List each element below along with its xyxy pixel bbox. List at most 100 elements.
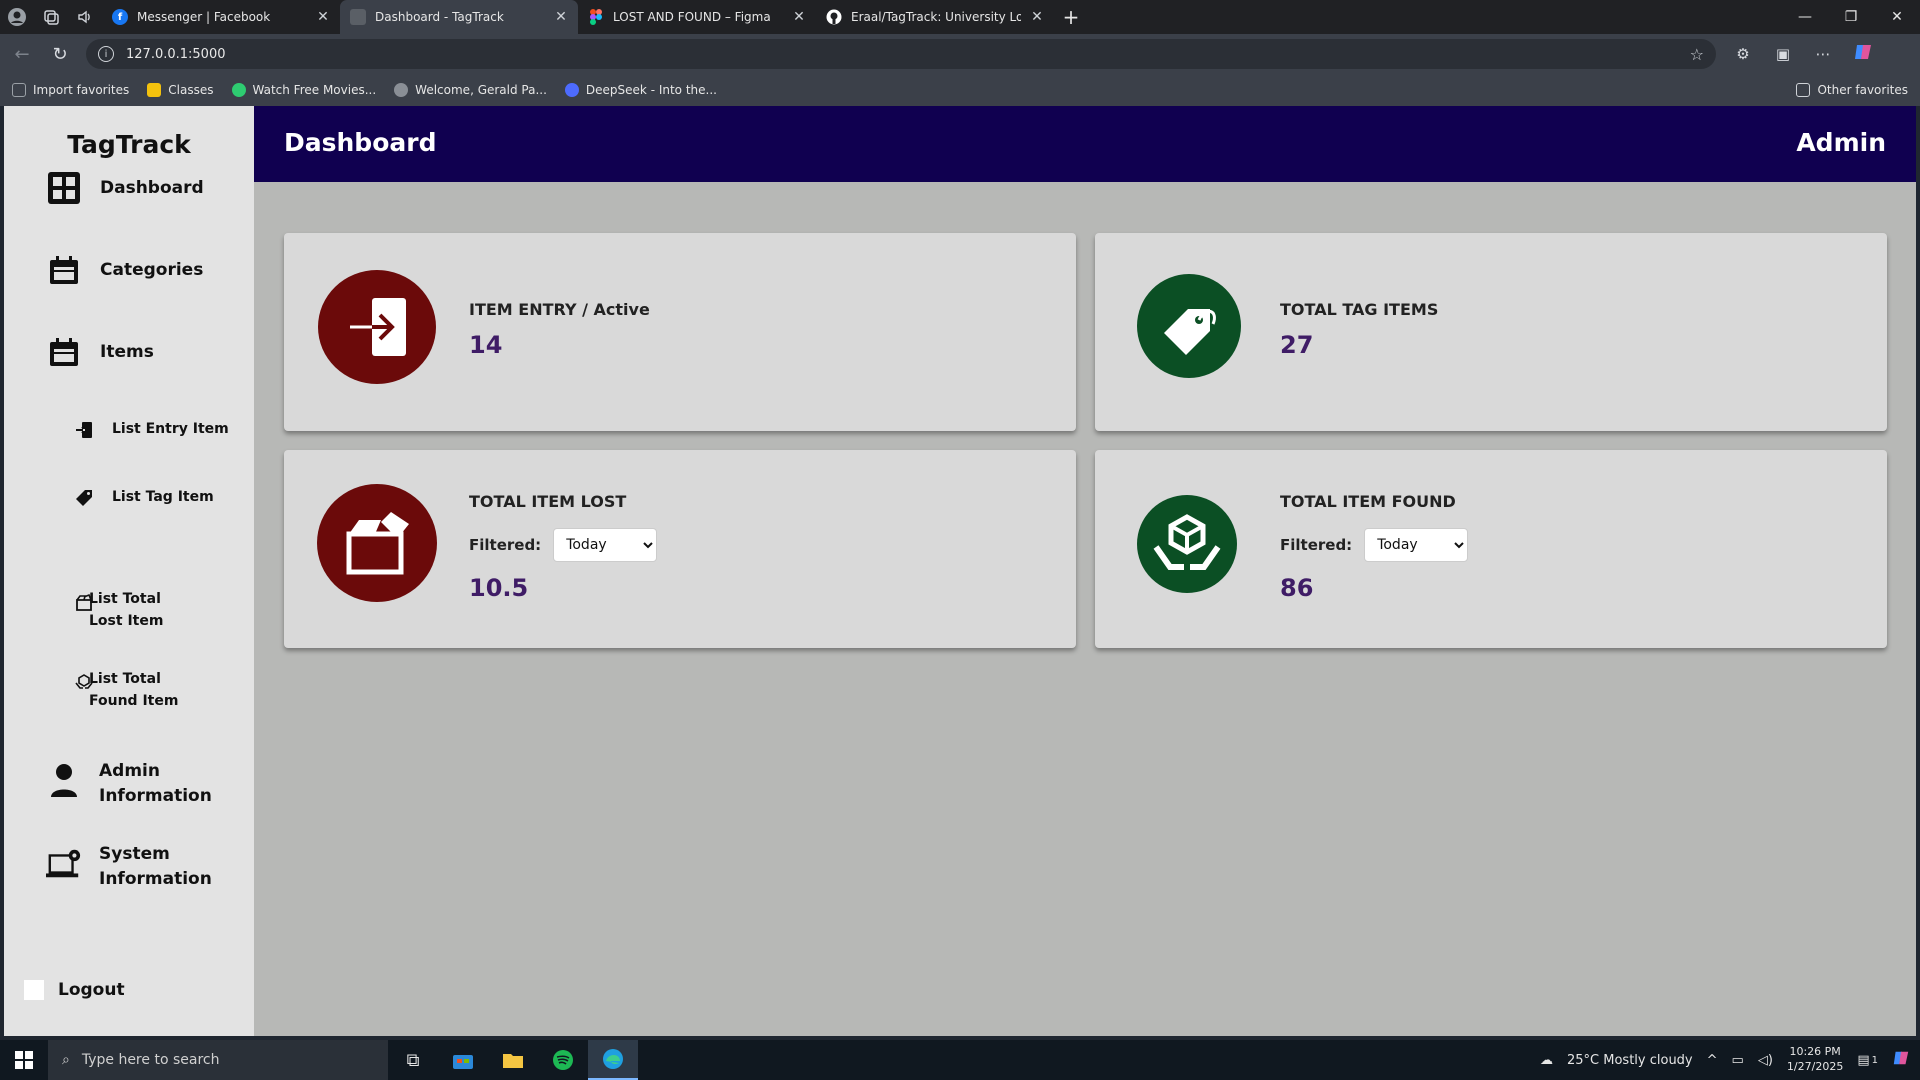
tab-github[interactable]: Eraal/TagTrack: University Lost an ✕ bbox=[816, 0, 1054, 34]
split-screen-icon[interactable]: ▣ bbox=[1770, 45, 1796, 63]
close-tab-icon[interactable]: ✕ bbox=[554, 9, 568, 25]
bookmark-welcome[interactable]: Welcome, Gerald Pa... bbox=[394, 83, 547, 97]
tab-title: LOST AND FOUND – Figma bbox=[613, 10, 771, 24]
system-tray: ☁ 25°C Mostly cloudy ^ ▭ ◁) 10:26 PM 1/2… bbox=[1540, 1045, 1920, 1075]
filter-label: Filtered: bbox=[1280, 536, 1353, 554]
file-explorer-icon[interactable] bbox=[488, 1040, 538, 1080]
user-icon bbox=[46, 763, 82, 799]
task-view-icon[interactable]: ⧉ bbox=[388, 1040, 438, 1080]
sidebar-item-label: System Information bbox=[99, 844, 212, 889]
extensions-icon[interactable]: ⚙ bbox=[1730, 45, 1756, 63]
found-filter-select[interactable]: Today bbox=[1364, 528, 1469, 562]
dashboard-grid-icon bbox=[46, 170, 82, 206]
bookmark-label: Import favorites bbox=[33, 83, 130, 97]
sidebar-item-label: Admin Information bbox=[99, 761, 212, 806]
sidebar-item-categories[interactable]: Categories bbox=[46, 252, 203, 288]
restore-icon[interactable]: ❐ bbox=[1828, 9, 1874, 25]
tag-icon bbox=[74, 488, 94, 508]
sidebar-item-items[interactable]: Items bbox=[46, 334, 154, 370]
sidebar-subitem-list-tag[interactable]: List Tag Item bbox=[74, 487, 214, 508]
card-total-item-found[interactable]: TOTAL ITEM FOUND Filtered: Today 86 bbox=[1095, 450, 1887, 648]
card-total-tag-items[interactable]: TOTAL TAG ITEMS 27 bbox=[1095, 233, 1887, 431]
tray-chevron-icon[interactable]: ^ bbox=[1707, 1053, 1718, 1068]
card-item-entry[interactable]: ITEM ENTRY / Active 14 bbox=[284, 233, 1076, 431]
tab-title: Dashboard - TagTrack bbox=[375, 10, 504, 24]
spotify-icon[interactable] bbox=[538, 1040, 588, 1080]
sidebar-item-system-information[interactable] bbox=[46, 846, 82, 882]
tab-messenger[interactable]: f Messenger | Facebook ✕ bbox=[102, 0, 340, 34]
edge-browser-icon[interactable] bbox=[588, 1040, 638, 1080]
address-bar-row: ← ↻ i 127.0.0.1:5000 ☆ ⚙ ▣ ⋯ bbox=[0, 34, 1920, 74]
network-icon[interactable]: ▭ bbox=[1732, 1053, 1744, 1068]
refresh-icon[interactable]: ↻ bbox=[48, 44, 72, 65]
url-input[interactable]: i 127.0.0.1:5000 ☆ bbox=[86, 39, 1716, 69]
copilot-icon[interactable] bbox=[1850, 42, 1876, 66]
minimize-icon[interactable]: — bbox=[1782, 9, 1828, 25]
close-tab-icon[interactable]: ✕ bbox=[792, 9, 806, 25]
sign-in-icon bbox=[74, 420, 94, 440]
profile-icon[interactable] bbox=[0, 0, 34, 34]
calendar-folder-icon bbox=[46, 334, 82, 370]
more-menu-icon[interactable]: ⋯ bbox=[1810, 45, 1836, 63]
bookmark-label: Other favorites bbox=[1817, 83, 1908, 97]
bookmark-label: Welcome, Gerald Pa... bbox=[415, 83, 547, 97]
figma-icon bbox=[588, 9, 604, 25]
admin-user-label[interactable]: Admin bbox=[1796, 128, 1886, 157]
taskbar-clock[interactable]: 10:26 PM 1/27/2025 bbox=[1787, 1045, 1843, 1075]
copilot-taskbar-icon[interactable] bbox=[1892, 1049, 1910, 1071]
bookmark-other-favorites[interactable]: Other favorites bbox=[1796, 83, 1908, 97]
bookmark-classes[interactable]: Classes bbox=[147, 83, 214, 97]
notification-count-badge: 1 bbox=[1871, 1054, 1878, 1066]
sidebar-subitem-label-wrap: List Total Lost Item bbox=[89, 588, 199, 632]
github-icon bbox=[826, 9, 842, 25]
browser-tab-bar: f Messenger | Facebook ✕ Dashboard - Tag… bbox=[0, 0, 1920, 34]
notifications-icon[interactable]: ▤ bbox=[1857, 1053, 1869, 1068]
sidebar-subitem-label-wrap: List Total Found Item bbox=[89, 668, 199, 712]
card-value: 27 bbox=[1280, 331, 1314, 359]
new-tab-button[interactable]: + bbox=[1054, 5, 1088, 29]
bookmark-deepseek[interactable]: DeepSeek - Into the... bbox=[564, 83, 717, 97]
bookmark-watch-free-movies[interactable]: Watch Free Movies... bbox=[231, 83, 376, 97]
sidebar-subitem-list-entry[interactable]: List Entry Item bbox=[74, 419, 229, 440]
tab-figma[interactable]: LOST AND FOUND – Figma ✕ bbox=[578, 0, 816, 34]
card-value: 10.5 bbox=[469, 574, 529, 602]
taskbar-search-input[interactable]: ⌕ Type here to search bbox=[48, 1040, 388, 1080]
close-tab-icon[interactable]: ✕ bbox=[316, 9, 330, 25]
logout-label: Logout bbox=[58, 980, 125, 1000]
weather-icon[interactable]: ☁ bbox=[1540, 1053, 1553, 1068]
card-label: ITEM ENTRY / Active bbox=[469, 300, 650, 319]
sidebar-item-dashboard[interactable]: Dashboard bbox=[46, 170, 204, 206]
microsoft-store-icon[interactable] bbox=[438, 1040, 488, 1080]
site-info-icon[interactable]: i bbox=[98, 46, 114, 62]
sidebar-item-admin-information[interactable] bbox=[46, 763, 82, 799]
classroom-icon bbox=[147, 83, 162, 97]
card-value: 14 bbox=[469, 331, 503, 359]
globe-icon bbox=[394, 83, 409, 97]
bookmark-import-favorites[interactable]: Import favorites bbox=[12, 83, 129, 97]
tab-dashboard[interactable]: Dashboard - TagTrack ✕ bbox=[340, 0, 578, 34]
page-icon bbox=[350, 9, 366, 25]
bookmarks-bar: Import favorites Classes Watch Free Movi… bbox=[0, 74, 1920, 106]
workspaces-icon[interactable] bbox=[34, 0, 68, 34]
favorite-star-icon[interactable]: ☆ bbox=[1690, 45, 1704, 64]
lost-filter: Filtered: Today bbox=[469, 528, 658, 562]
brand-logo[interactable]: TagTrack bbox=[4, 130, 254, 159]
lost-filter-select[interactable]: Today bbox=[553, 528, 658, 562]
back-icon[interactable]: ← bbox=[10, 44, 34, 65]
tag-icon bbox=[1137, 274, 1241, 378]
import-icon bbox=[12, 83, 26, 97]
windows-start-icon[interactable] bbox=[0, 1040, 48, 1080]
sidebar-item-label: Categories bbox=[100, 259, 204, 280]
close-window-icon[interactable]: ✕ bbox=[1874, 9, 1920, 25]
close-tab-icon[interactable]: ✕ bbox=[1030, 9, 1044, 25]
logout-button[interactable]: Logout bbox=[24, 980, 125, 1000]
volume-icon[interactable]: ◁) bbox=[1758, 1053, 1773, 1068]
play-icon bbox=[231, 83, 246, 97]
sign-in-icon bbox=[318, 270, 436, 384]
weather-text[interactable]: 25°C Mostly cloudy bbox=[1567, 1053, 1693, 1068]
audio-playing-icon[interactable] bbox=[68, 0, 102, 34]
laptop-gear-icon bbox=[46, 846, 82, 882]
search-placeholder: Type here to search bbox=[81, 1052, 220, 1068]
card-total-item-lost[interactable]: TOTAL ITEM LOST Filtered: Today 10.5 bbox=[284, 450, 1076, 648]
hands-box-icon bbox=[1137, 495, 1237, 593]
